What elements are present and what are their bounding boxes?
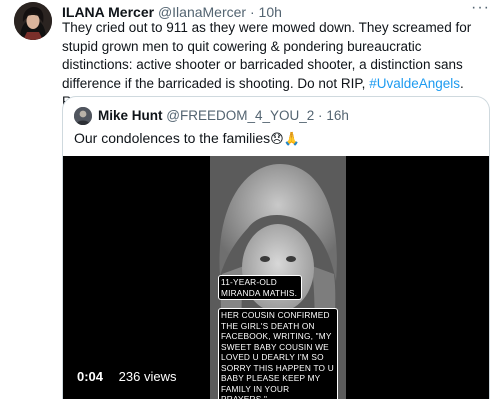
quoted-tweet-text: Our condolences to the families😞🙏 [74,129,300,148]
video-frame: 11-YEAR-OLD MIRANDA MATHIS. HER COUSIN C… [210,156,346,399]
author-avatar[interactable] [14,2,52,40]
video-caption-details: HER COUSIN CONFIRMED THE GIRL'S DEATH ON… [218,308,338,399]
quoted-tweet[interactable]: Mike Hunt @FREEDOM_4_YOU_2 · 16h Our con… [62,96,490,399]
quoted-tweet-header: Mike Hunt @FREEDOM_4_YOU_2 · 16h [98,107,481,125]
quoted-tweet-timestamp[interactable]: 16h [326,108,349,123]
video-player[interactable]: 11-YEAR-OLD MIRANDA MATHIS. HER COUSIN C… [63,156,489,399]
quoted-author-avatar[interactable] [74,107,92,125]
video-view-count: 236 views [118,369,177,384]
video-meta: 0:04 236 views [77,369,176,385]
quoted-separator-dot: · [318,108,323,123]
separator-dot: · [249,4,255,20]
emoji-sad-pray-icon: 😞🙏 [270,131,300,146]
video-caption-name: 11-YEAR-OLD MIRANDA MATHIS. [218,275,302,300]
tweet-timestamp[interactable]: 10h [259,4,282,20]
hashtag-link[interactable]: #UvaldeAngels [369,76,460,91]
more-options-icon[interactable]: ··· [471,0,490,16]
quoted-text: Our condolences to the families [74,130,271,146]
video-duration: 0:04 [77,369,104,384]
tweet[interactable]: ILANA Mercer @IlanaMercer · 10h ··· They… [0,0,500,399]
quoted-author-name[interactable]: Mike Hunt [98,108,163,123]
quoted-author-handle[interactable]: @FREEDOM_4_YOU_2 [166,108,314,123]
quoted-avatar-image-icon [74,107,92,125]
author-handle[interactable]: @IlanaMercer [158,4,246,20]
avatar-image-icon [14,2,52,40]
author-name[interactable]: ILANA Mercer [62,4,154,20]
